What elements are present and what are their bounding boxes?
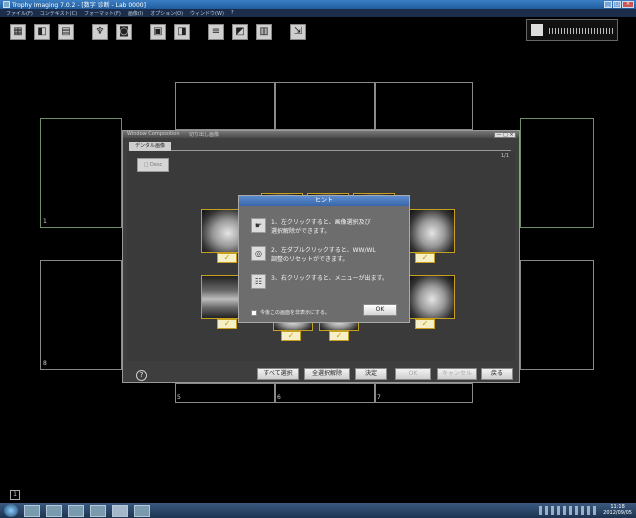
maximize-button[interactable]: □ bbox=[613, 1, 621, 8]
imaging-app-icon[interactable] bbox=[112, 504, 128, 517]
explorer-icon[interactable] bbox=[46, 504, 62, 517]
hint-ok-button[interactable]: OK bbox=[363, 304, 397, 316]
hint-row: ◎ 2、左ダブルクリックすると、WW/WL 調整のリセットができます。 bbox=[251, 246, 376, 264]
xray-thumbnail[interactable] bbox=[409, 275, 455, 319]
check-icon[interactable]: ✓ bbox=[217, 253, 237, 263]
patient-icon[interactable]: ◧ bbox=[34, 24, 50, 40]
folder-icon[interactable]: ▤ bbox=[58, 24, 74, 40]
hint-text: 3、右クリックすると、メニューが出ます。 bbox=[271, 274, 388, 283]
double-click-icon: ◎ bbox=[251, 246, 266, 261]
xray-thumbnail[interactable] bbox=[409, 209, 455, 253]
page-indicator: 1/1 bbox=[500, 153, 509, 159]
start-button[interactable] bbox=[4, 504, 18, 517]
paint-icon[interactable] bbox=[90, 504, 106, 517]
thumbnail-icon bbox=[531, 24, 543, 36]
checkbox-icon[interactable] bbox=[251, 309, 257, 316]
frame-number: 8 bbox=[43, 360, 47, 367]
layout-frame[interactable] bbox=[175, 82, 275, 130]
deselect-all-button[interactable]: 全選択解除 bbox=[304, 368, 350, 380]
tool-icon[interactable] bbox=[134, 504, 150, 517]
close-button[interactable]: × bbox=[622, 1, 634, 8]
import-icon[interactable]: ◨ bbox=[174, 24, 190, 40]
window-controls: _ □ × bbox=[604, 1, 634, 8]
app-icon bbox=[3, 1, 10, 8]
hint-line: 選択解除ができます。 bbox=[271, 228, 331, 235]
hint-text: 2、左ダブルクリックすると、WW/WL 調整のリセットができます。 bbox=[271, 246, 376, 264]
dialog-title: Window Composition bbox=[127, 131, 180, 137]
media-icon[interactable] bbox=[68, 504, 84, 517]
menu-icon: ☷ bbox=[251, 274, 266, 289]
menu-help[interactable]: ? bbox=[231, 10, 234, 16]
window-title: Trophy Imaging 7.0.2 - [数字 诊断 - Lab 0000… bbox=[12, 2, 146, 9]
frame-number: 6 bbox=[277, 394, 281, 401]
layout-frame[interactable] bbox=[520, 260, 594, 370]
clock-date: 2012/09/05 bbox=[603, 510, 632, 516]
window-title-bar: Trophy Imaging 7.0.2 - [数字 诊断 - Lab 0000… bbox=[0, 0, 636, 9]
menu-file[interactable]: ファイル(F) bbox=[6, 10, 33, 17]
hint-line: 2、左ダブルクリックすると、WW/WL bbox=[271, 247, 376, 254]
layout-frame-6[interactable]: 6 bbox=[275, 383, 375, 403]
chart-icon[interactable]: ≡ bbox=[208, 24, 224, 40]
dialog-close-button[interactable]: — □ × bbox=[494, 132, 516, 138]
thumbnail-ruler bbox=[549, 28, 613, 34]
exit-icon[interactable]: ⇲ bbox=[290, 24, 306, 40]
dialog-subtitle: 切り出し画像 bbox=[189, 132, 220, 138]
save-icon[interactable]: ▥ bbox=[256, 24, 272, 40]
camera-icon[interactable]: ◙ bbox=[116, 24, 132, 40]
cancel-button[interactable]: キャンセル bbox=[437, 368, 477, 380]
menu-image[interactable]: 画像(I) bbox=[128, 10, 143, 17]
check-icon[interactable]: ✓ bbox=[415, 319, 435, 329]
decide-button[interactable]: 決定 bbox=[355, 368, 387, 380]
tooth-icon[interactable]: ♆ bbox=[92, 24, 108, 40]
dialog-title-bar: Window Composition 切り出し画像 — □ × bbox=[123, 131, 519, 138]
check-icon[interactable]: ✓ bbox=[281, 331, 301, 341]
clock[interactable]: 11:18 2012/09/05 bbox=[603, 504, 632, 516]
browser-icon[interactable] bbox=[24, 504, 40, 517]
hint-line: 1、左クリックすると、画像選択及び bbox=[271, 219, 371, 226]
help-button[interactable]: ? bbox=[136, 370, 147, 381]
layout-frame-5[interactable]: 5 bbox=[175, 383, 275, 403]
frame-number: 5 bbox=[177, 394, 181, 401]
menu-context[interactable]: コンテキスト(C) bbox=[40, 10, 77, 17]
frame-number: 7 bbox=[377, 394, 381, 401]
check-icon[interactable]: ✓ bbox=[329, 331, 349, 341]
layout-frame[interactable] bbox=[520, 118, 594, 228]
layout-frame-8[interactable]: 8 bbox=[40, 260, 122, 370]
hint-popup: ヒント ☛ 1、左クリックすると、画像選択及び 選択解除ができます。 ◎ 2、左… bbox=[238, 195, 410, 323]
export-icon[interactable]: ◩ bbox=[232, 24, 248, 40]
menu-window[interactable]: ウィンドウ(W) bbox=[190, 10, 224, 17]
hint-row: ☷ 3、右クリックすると、メニューが出ます。 bbox=[251, 274, 388, 289]
check-icon[interactable]: ✓ bbox=[217, 319, 237, 329]
hint-line: 3、右クリックすると、メニューが出ます。 bbox=[271, 275, 388, 282]
menu-format[interactable]: フォーマット(F) bbox=[84, 10, 121, 17]
desc-button[interactable]: □ Desc bbox=[137, 158, 169, 172]
select-all-button[interactable]: すべて選択 bbox=[257, 368, 299, 380]
hint-title: ヒント bbox=[239, 196, 409, 206]
taskbar: 11:18 2012/09/05 bbox=[0, 503, 636, 518]
layout-frame[interactable] bbox=[275, 82, 375, 130]
tab-dental-images[interactable]: デンタル画像 bbox=[129, 142, 171, 151]
hide-hint-label: 今後この画面を非表示にする。 bbox=[260, 310, 331, 316]
layout-icon[interactable]: ▦ bbox=[10, 24, 26, 40]
hide-hint-checkbox[interactable]: 今後この画面を非表示にする。 bbox=[251, 309, 330, 316]
layout-frame-1[interactable]: 1 bbox=[40, 118, 122, 228]
ok-button[interactable]: OK bbox=[395, 368, 431, 380]
tray-icons[interactable] bbox=[539, 505, 600, 515]
frame-number: 1 bbox=[43, 218, 47, 225]
back-button[interactable]: 戻る bbox=[481, 368, 513, 380]
xray-icon[interactable]: ▣ bbox=[150, 24, 166, 40]
check-icon[interactable]: ✓ bbox=[415, 253, 435, 263]
page-number-box[interactable]: 1 bbox=[10, 490, 20, 500]
hint-row: ☛ 1、左クリックすると、画像選択及び 選択解除ができます。 bbox=[251, 218, 371, 236]
layout-frame[interactable] bbox=[375, 82, 473, 130]
layout-frame-7[interactable]: 7 bbox=[375, 383, 473, 403]
menu-options[interactable]: オプション(O) bbox=[150, 10, 183, 17]
menu-bar: ファイル(F) コンテキスト(C) フォーマット(F) 画像(I) オプション(… bbox=[0, 9, 636, 17]
click-icon: ☛ bbox=[251, 218, 266, 233]
system-tray: 11:18 2012/09/05 bbox=[539, 504, 632, 516]
minimize-button[interactable]: _ bbox=[604, 1, 612, 8]
hint-text: 1、左クリックすると、画像選択及び 選択解除ができます。 bbox=[271, 218, 371, 236]
hint-line: 調整のリセットができます。 bbox=[271, 256, 349, 263]
thumbnail-strip[interactable] bbox=[526, 19, 618, 41]
